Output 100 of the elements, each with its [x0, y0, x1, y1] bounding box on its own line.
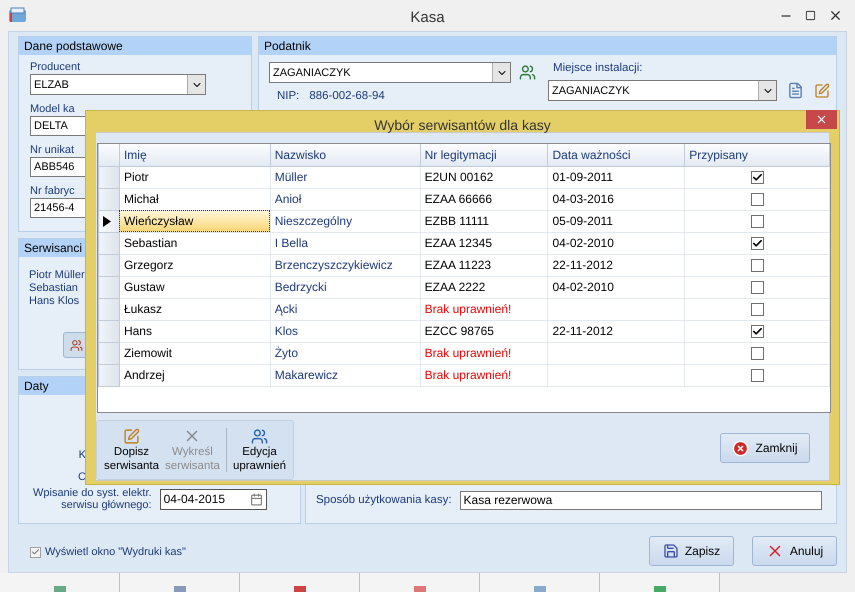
table-cell: Grzegorz	[119, 254, 270, 276]
checkbox[interactable]	[750, 325, 764, 338]
toolbar-cell[interactable]	[360, 573, 480, 592]
table-cell: E2UN 00162	[420, 166, 548, 188]
checkbox[interactable]	[750, 259, 764, 272]
row-header[interactable]	[98, 210, 120, 232]
close-button[interactable]	[806, 110, 837, 128]
group-header: Dane podstawowe	[19, 37, 251, 56]
calendar-icon	[250, 492, 263, 506]
table-cell: EZAA 66666	[420, 188, 548, 210]
field-label: Sposób użytkowania kasy:	[316, 494, 452, 506]
table-cell: Brak uprawnień!	[420, 342, 548, 364]
group-header: Podatnik	[259, 37, 836, 56]
table-cell: Nieszczególny	[270, 210, 420, 232]
people-icon	[250, 428, 268, 444]
save-icon	[662, 543, 679, 560]
field-label: K	[78, 449, 86, 462]
checkbox[interactable]	[750, 193, 764, 206]
table-cell: Łukasz	[119, 298, 270, 320]
field-label: Nr unikat	[30, 144, 74, 156]
table-cell: Ziemowit	[119, 342, 270, 364]
table-cell: Brzenczyszczykiewicz	[270, 254, 420, 276]
table-cell: Andrzej	[119, 364, 270, 386]
add-technician-button[interactable]: Dopisz serwisanta	[101, 426, 162, 474]
table-cell: Hans	[119, 320, 270, 342]
field-label: serwisu głównego:	[61, 499, 152, 512]
checkbox[interactable]	[750, 281, 764, 294]
pencil-icon[interactable]	[814, 82, 830, 99]
producer-select[interactable]: ELZAB	[30, 74, 206, 96]
field-label: Model ka	[30, 103, 75, 116]
table-cell: Żyto	[270, 342, 420, 364]
toolbar-icon	[652, 586, 668, 592]
checkbox[interactable]	[750, 237, 764, 250]
table-cell: Müller	[270, 166, 420, 188]
table-cell: EZAA 2222	[420, 276, 548, 298]
people-icon	[70, 338, 83, 352]
checkbox[interactable]	[750, 347, 764, 360]
toolbar-icon	[172, 586, 188, 592]
close-button[interactable]: Zamknij	[720, 433, 810, 463]
toolbar-icon	[532, 586, 548, 592]
table-cell: 04-02-2010	[548, 232, 685, 254]
current-row-icon	[103, 216, 111, 226]
window-title: Kasa	[409, 9, 446, 26]
location-select[interactable]: ZAGANIACZYK	[548, 80, 777, 102]
maximize-icon[interactable]	[805, 10, 816, 22]
table-cell: EZCC 98765	[420, 320, 548, 342]
edit-permissions-button[interactable]: Edycja uprawnień	[230, 426, 290, 474]
table-cell: I Bella	[270, 232, 420, 254]
close-icon	[732, 440, 750, 456]
checkbox[interactable]	[750, 171, 764, 184]
table-cell: 04-02-2010	[548, 276, 685, 298]
save-button[interactable]: Zapisz	[649, 536, 734, 566]
table-cell: Anioł	[270, 188, 420, 210]
app-icon	[8, 7, 28, 24]
technician-name: Hans Klos	[29, 295, 80, 308]
toolbar-cell[interactable]	[480, 573, 600, 592]
column-header[interactable]: Przypisany	[684, 144, 830, 166]
toolbar-cell[interactable]	[120, 573, 240, 592]
column-header[interactable]: Nazwisko	[270, 144, 420, 166]
header-corner	[98, 144, 120, 166]
column-header[interactable]: Data ważności	[548, 144, 685, 166]
field-label: Producent	[30, 61, 80, 74]
table-cell: EZBB 11111	[420, 210, 548, 232]
checkbox[interactable]	[750, 369, 764, 382]
toolbar-cell[interactable]	[240, 573, 360, 592]
field-label: Nr fabryc	[30, 185, 75, 198]
taxpayer-select[interactable]: ZAGANIACZYK	[269, 62, 511, 84]
table-cell: 22-11-2012	[548, 320, 685, 342]
table-cell: Brak uprawnień!	[420, 298, 548, 320]
field-label: Wpisanie do syst. elektr.	[33, 487, 152, 500]
toolbar-cell[interactable]	[600, 573, 720, 592]
nip-value: 886-002-68-94	[309, 90, 385, 102]
dialog-title: Wybór serwisantów dla kasy	[373, 117, 552, 133]
document-icon[interactable]	[787, 82, 804, 100]
people-button[interactable]	[63, 332, 87, 358]
table-cell: Ącki	[270, 298, 420, 320]
checkbox[interactable]	[750, 215, 764, 228]
table-cell: Bedrzycki	[270, 276, 420, 298]
toolbar-icon	[52, 586, 68, 592]
table-cell: Wieńczysław	[119, 210, 270, 232]
input-field[interactable]: Kasa rezerwowa	[460, 490, 822, 510]
column-header[interactable]: Imię	[119, 144, 270, 166]
table-cell: Gustaw	[119, 276, 270, 298]
toolbar-cell[interactable]	[0, 573, 120, 592]
table-cell: Sebastian	[119, 232, 270, 254]
column-header[interactable]: Nr legitymacji	[420, 144, 548, 166]
table-cell: EZAA 11223	[420, 254, 548, 276]
table-cell: 01-09-2011	[548, 166, 685, 188]
table-cell: Piotr	[119, 166, 270, 188]
toolbar-icon	[292, 586, 308, 592]
table-cell: Makarewicz	[270, 364, 420, 386]
table-cell: 22-11-2012	[548, 254, 685, 276]
checkbox[interactable]	[750, 303, 764, 316]
date-field[interactable]: 04-04-2015	[160, 488, 267, 510]
checkbox[interactable]	[30, 546, 41, 558]
people-icon[interactable]	[519, 64, 536, 82]
technician-name: Sebastian	[29, 282, 78, 296]
cancel-button[interactable]: Anuluj	[752, 536, 837, 566]
toolbar-icon	[412, 586, 428, 592]
field-label: C	[78, 471, 86, 484]
